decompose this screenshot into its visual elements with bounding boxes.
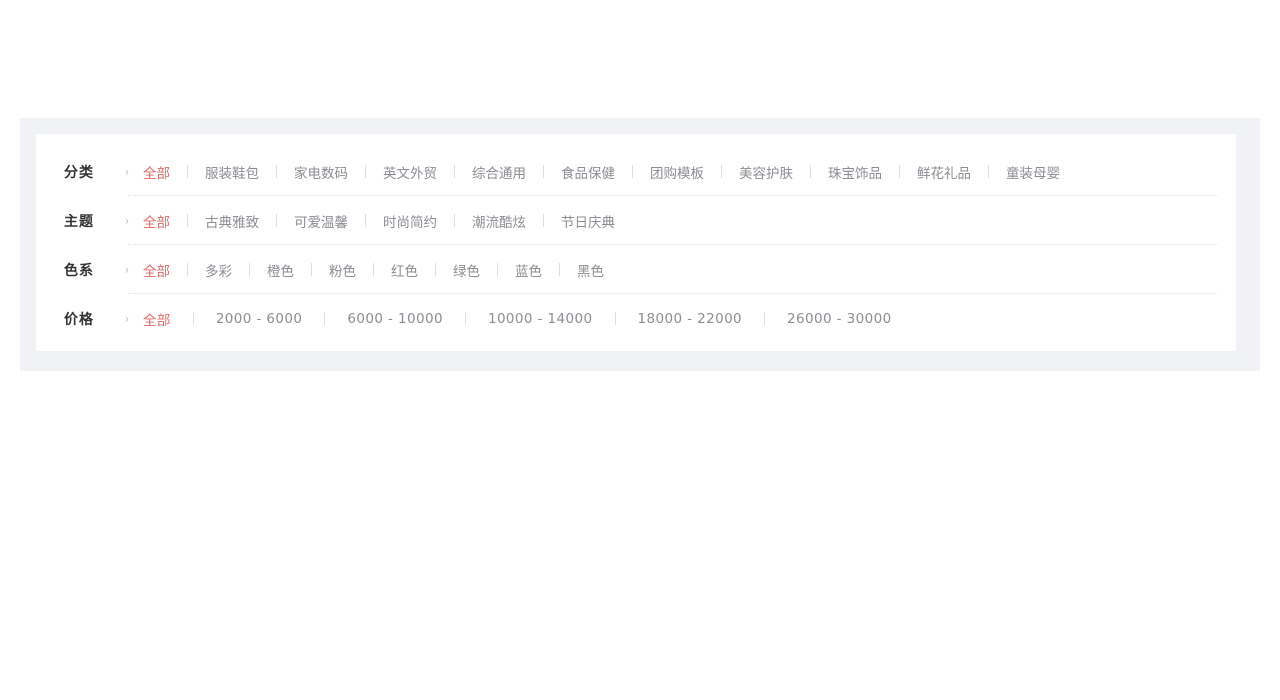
filter-option-category-10[interactable]: 童装母婴 xyxy=(1005,160,1061,184)
filter-option-color-5[interactable]: 绿色 xyxy=(452,258,481,282)
filter-options-theme: 全部 古典雅致 可爱温馨 时尚简约 潮流酷炫 节日庆典 xyxy=(142,209,1236,233)
option-separator xyxy=(899,165,900,178)
filter-row-category: 分类 › 全部 服装鞋包 家电数码 英文外贸 综合通用 食品保健 团购模板 美容… xyxy=(36,147,1236,196)
chevron-right-icon: › xyxy=(125,262,129,277)
option-separator xyxy=(764,312,766,325)
filter-row-price: 价格 › 全部 2000 - 6000 6000 - 10000 10000 -… xyxy=(36,294,1236,343)
option-separator xyxy=(311,263,312,276)
filter-option-color-4[interactable]: 红色 xyxy=(390,258,419,282)
option-separator xyxy=(276,214,277,227)
option-separator xyxy=(276,165,277,178)
filter-option-price-1[interactable]: 2000 - 6000 xyxy=(215,309,304,329)
filter-options-color: 全部 多彩 橙色 粉色 红色 绿色 蓝色 黑色 xyxy=(142,258,1236,282)
option-separator xyxy=(614,312,616,325)
chevron-right-icon: › xyxy=(125,164,129,179)
filter-row-label-theme: 主题 xyxy=(64,213,94,230)
filter-option-color-0[interactable]: 全部 xyxy=(142,258,171,282)
option-separator xyxy=(187,214,188,227)
filter-option-category-8[interactable]: 珠宝饰品 xyxy=(827,160,883,184)
option-separator xyxy=(810,165,811,178)
option-separator xyxy=(324,312,326,325)
option-separator xyxy=(192,312,194,325)
filter-option-price-2[interactable]: 6000 - 10000 xyxy=(346,309,444,329)
option-separator xyxy=(365,214,366,227)
option-separator xyxy=(497,263,498,276)
filter-option-theme-3[interactable]: 时尚简约 xyxy=(382,209,438,233)
filter-option-price-3[interactable]: 10000 - 14000 xyxy=(487,309,594,329)
filter-option-theme-2[interactable]: 可爱温馨 xyxy=(293,209,349,233)
option-separator xyxy=(988,165,989,178)
option-separator xyxy=(721,165,722,178)
chevron-right-icon: › xyxy=(125,213,129,228)
option-separator xyxy=(543,165,544,178)
filter-option-price-0[interactable]: 全部 xyxy=(142,307,172,331)
filter-option-category-9[interactable]: 鲜花礼品 xyxy=(916,160,972,184)
option-separator xyxy=(249,263,250,276)
option-separator xyxy=(543,214,544,227)
chevron-right-icon: › xyxy=(125,311,129,326)
filter-option-category-3[interactable]: 英文外贸 xyxy=(382,160,438,184)
option-separator xyxy=(187,165,188,178)
filter-option-color-3[interactable]: 粉色 xyxy=(328,258,357,282)
filter-option-color-6[interactable]: 蓝色 xyxy=(514,258,543,282)
filter-options-price: 全部 2000 - 6000 6000 - 10000 10000 - 1400… xyxy=(142,307,1236,331)
filter-option-color-7[interactable]: 黑色 xyxy=(576,258,605,282)
filter-options-category: 全部 服装鞋包 家电数码 英文外贸 综合通用 食品保健 团购模板 美容护肤 珠宝… xyxy=(142,160,1236,184)
filter-option-category-6[interactable]: 团购模板 xyxy=(649,160,705,184)
filter-option-price-5[interactable]: 26000 - 30000 xyxy=(786,309,893,329)
filter-option-category-5[interactable]: 食品保健 xyxy=(560,160,616,184)
option-separator xyxy=(464,312,466,325)
filter-option-category-4[interactable]: 综合通用 xyxy=(471,160,527,184)
option-separator xyxy=(559,263,560,276)
filter-panel-shell: 分类 › 全部 服装鞋包 家电数码 英文外贸 综合通用 食品保健 团购模板 美容… xyxy=(20,118,1260,371)
option-separator xyxy=(435,263,436,276)
filter-option-price-4[interactable]: 18000 - 22000 xyxy=(637,309,744,329)
filter-row-label-category: 分类 xyxy=(64,164,94,181)
filter-row-label-color: 色系 xyxy=(64,262,94,279)
option-separator xyxy=(365,165,366,178)
filter-option-theme-4[interactable]: 潮流酷炫 xyxy=(471,209,527,233)
filter-option-category-1[interactable]: 服装鞋包 xyxy=(204,160,260,184)
filter-option-theme-0[interactable]: 全部 xyxy=(142,209,171,233)
filter-row-theme: 主题 › 全部 古典雅致 可爱温馨 时尚简约 潮流酷炫 节日庆典 xyxy=(36,196,1236,245)
filter-option-color-1[interactable]: 多彩 xyxy=(204,258,233,282)
filter-panel-card: 分类 › 全部 服装鞋包 家电数码 英文外贸 综合通用 食品保健 团购模板 美容… xyxy=(36,134,1236,351)
filter-row-label-price: 价格 xyxy=(64,311,94,328)
option-separator xyxy=(373,263,374,276)
option-separator xyxy=(187,263,188,276)
filter-option-color-2[interactable]: 橙色 xyxy=(266,258,295,282)
option-separator xyxy=(632,165,633,178)
filter-option-theme-1[interactable]: 古典雅致 xyxy=(204,209,260,233)
filter-row-color: 色系 › 全部 多彩 橙色 粉色 红色 绿色 蓝色 黑色 xyxy=(36,245,1236,294)
filter-option-category-2[interactable]: 家电数码 xyxy=(293,160,349,184)
filter-option-theme-5[interactable]: 节日庆典 xyxy=(560,209,616,233)
option-separator xyxy=(454,214,455,227)
filter-option-category-0[interactable]: 全部 xyxy=(142,160,171,184)
filter-option-category-7[interactable]: 美容护肤 xyxy=(738,160,794,184)
option-separator xyxy=(454,165,455,178)
